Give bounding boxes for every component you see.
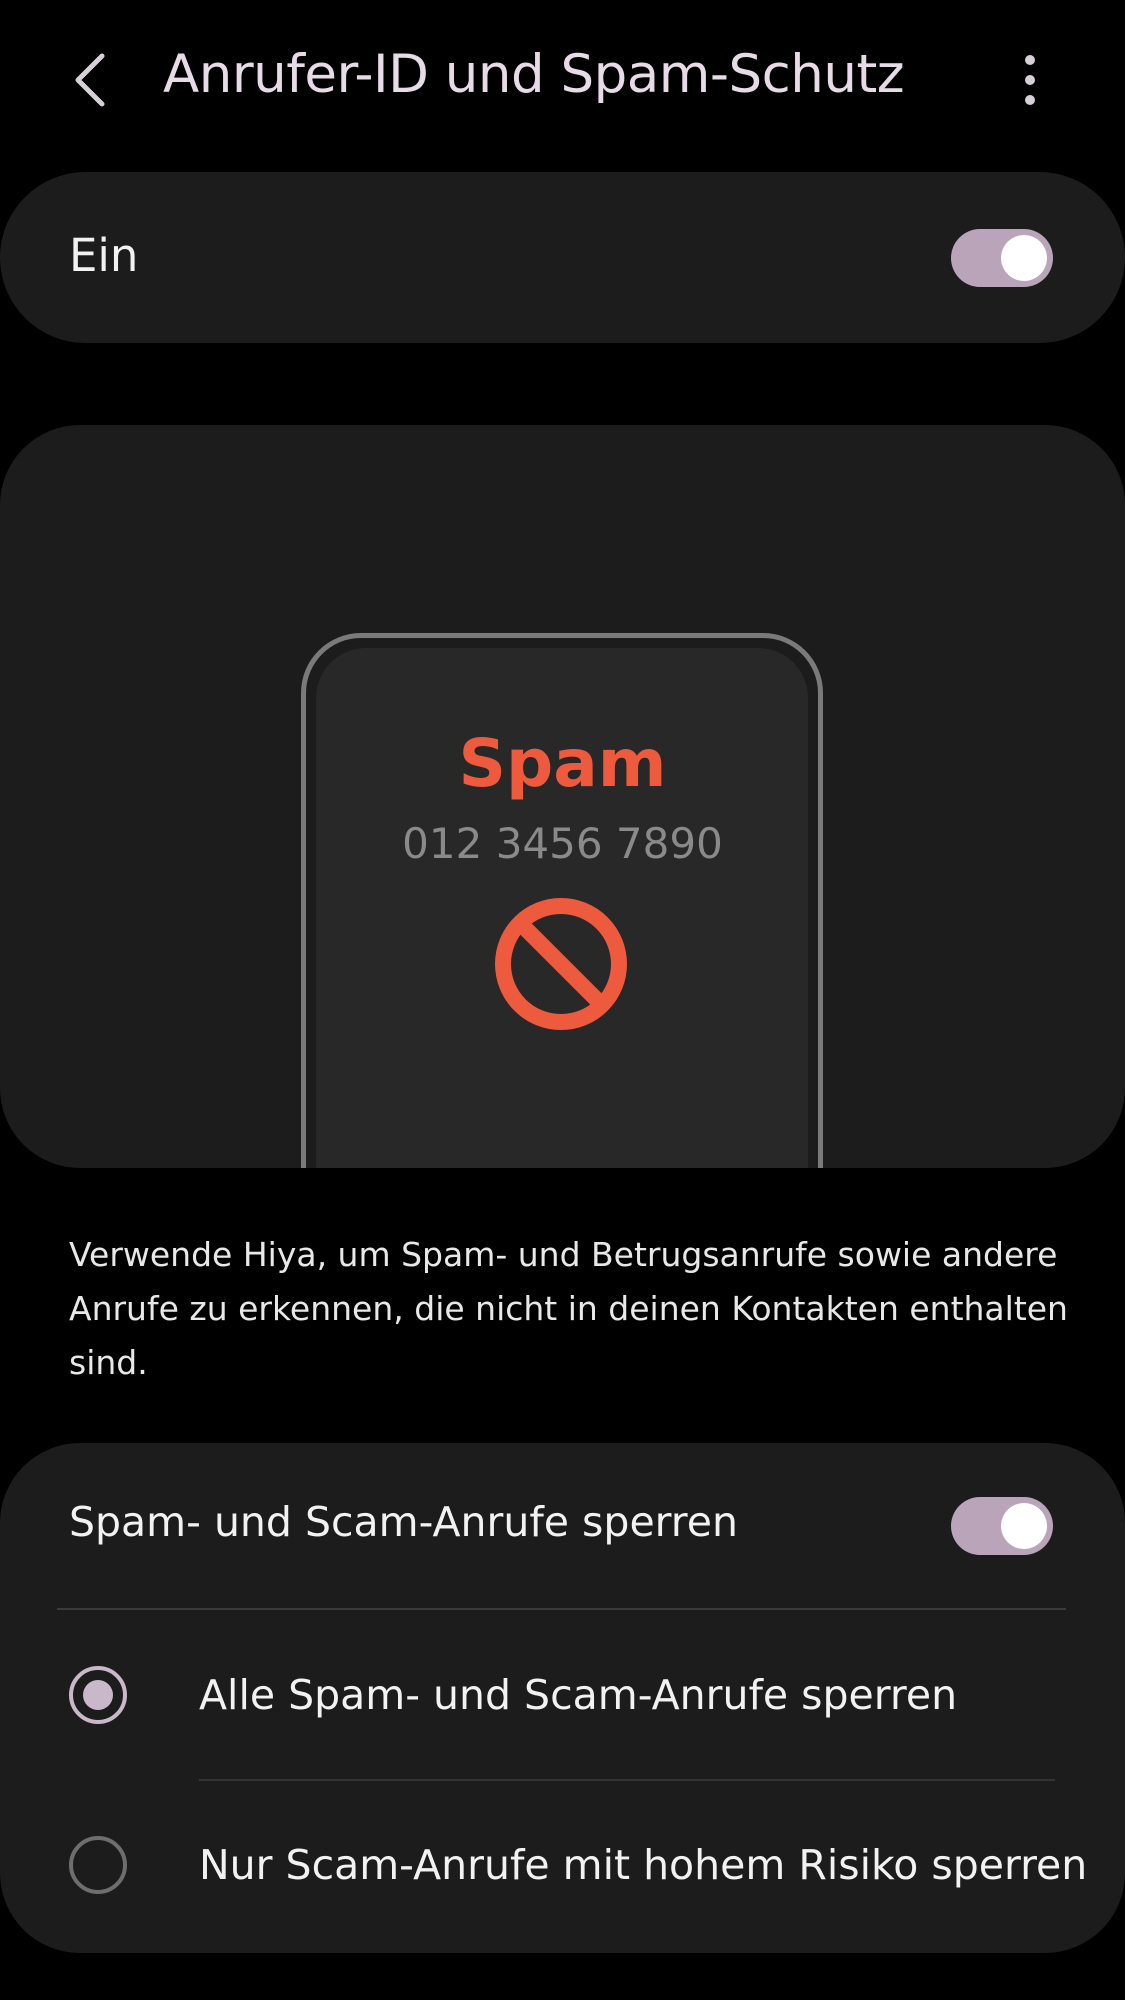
block-icon	[495, 898, 627, 1030]
toggle-knob	[1001, 235, 1047, 281]
option-block-all-label: Alle Spam- und Scam-Anrufe sperren	[199, 1671, 958, 1719]
spam-caller-label: Spam	[458, 725, 667, 802]
spam-caller-number: 012 3456 7890	[402, 819, 723, 868]
more-vertical-icon	[1025, 55, 1035, 105]
master-toggle-card[interactable]: Ein	[0, 172, 1125, 343]
option-block-high-risk[interactable]: Nur Scam-Anrufe mit hohem Risiko sperren	[0, 1781, 1125, 1949]
option-block-high-risk-label: Nur Scam-Anrufe mit hohem Risiko sperren	[199, 1841, 1088, 1889]
block-spam-toggle[interactable]	[951, 1497, 1053, 1555]
illustration-card: Spam 012 3456 7890	[0, 425, 1125, 1168]
back-button[interactable]	[60, 40, 120, 120]
block-spam-row[interactable]: Spam- und Scam-Anrufe sperren	[0, 1443, 1125, 1608]
block-spam-label: Spam- und Scam-Anrufe sperren	[69, 1498, 738, 1546]
radio-button-selected[interactable]	[69, 1666, 127, 1724]
page-title: Anrufer-ID und Spam-Schutz	[163, 44, 905, 105]
chevron-left-icon	[75, 53, 105, 107]
toggle-knob	[1001, 1503, 1047, 1549]
master-toggle-label: Ein	[69, 229, 139, 282]
blocking-options-card: Spam- und Scam-Anrufe sperren Alle Spam-…	[0, 1443, 1125, 1953]
radio-dot	[83, 1680, 113, 1710]
more-options-button[interactable]	[1000, 45, 1060, 115]
feature-description: Verwende Hiya, um Spam- und Betrugsanruf…	[69, 1235, 1068, 1382]
divider	[57, 1608, 1066, 1610]
app-bar: Anrufer-ID und Spam-Schutz	[0, 0, 1125, 160]
radio-button-unselected[interactable]	[69, 1836, 127, 1894]
option-block-all[interactable]: Alle Spam- und Scam-Anrufe sperren	[0, 1611, 1125, 1779]
master-toggle-switch[interactable]	[951, 229, 1053, 287]
